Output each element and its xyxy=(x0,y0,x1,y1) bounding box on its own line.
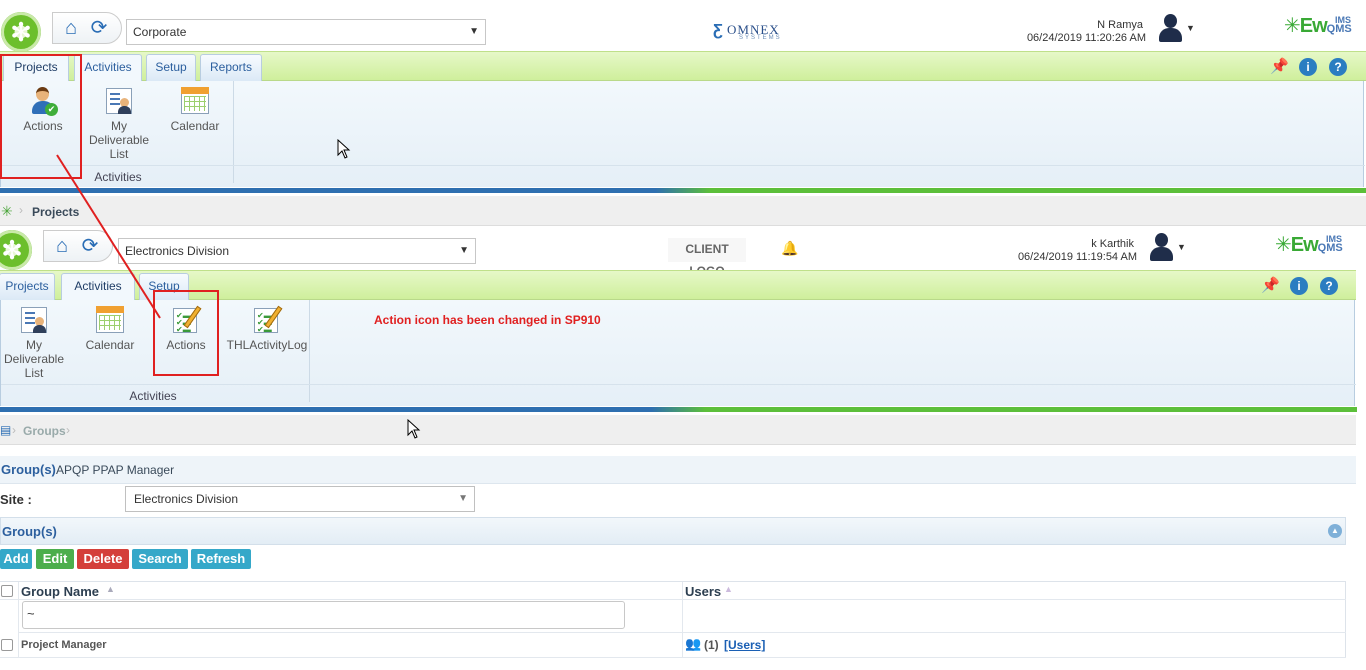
annotation-arrow xyxy=(56,154,161,319)
mouse-cursor-icon xyxy=(337,139,351,159)
mouse-cursor-icon xyxy=(407,419,421,439)
